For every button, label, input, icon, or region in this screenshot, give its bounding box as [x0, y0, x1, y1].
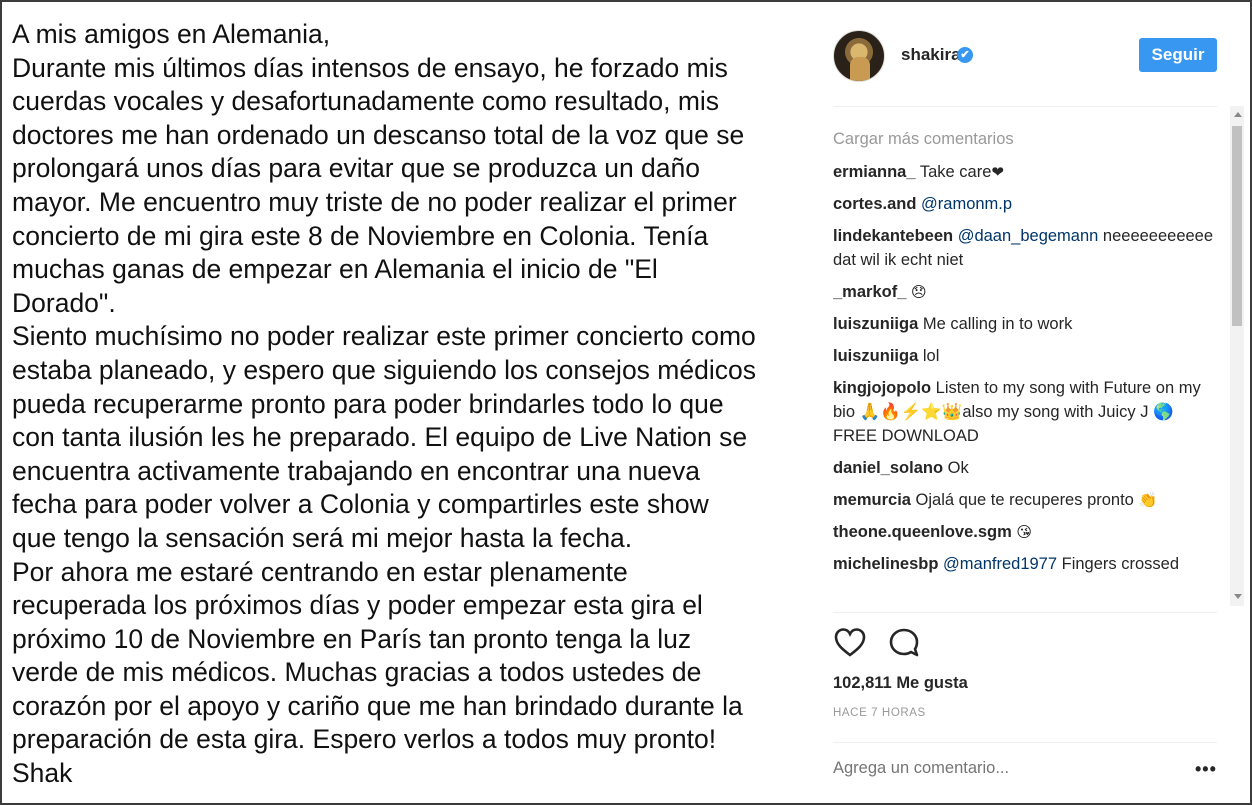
post-text-line: pueda recuperarme pronto para poder brin… — [12, 388, 724, 419]
comment-username[interactable]: luiszuniiga — [833, 347, 918, 365]
comment-item: cortes.and @ramonm.p — [833, 192, 1217, 216]
comment-item: _markof_ 😞 — [833, 280, 1217, 304]
header-divider — [833, 106, 1217, 107]
comment-item: luiszuniiga lol — [833, 344, 1217, 368]
post-text-line: fecha para poder volver a Colonia y comp… — [12, 489, 709, 520]
post-text-line: Shak — [12, 758, 73, 789]
post-text-line: cuerdas vocales y desafortunadamente com… — [12, 86, 720, 117]
comment-text: Fingers crossed — [1057, 555, 1179, 573]
footer-divider — [833, 742, 1217, 743]
post-text: A mis amigos en Alemania, Durante mis últ… — [12, 18, 812, 791]
side-panel: shakira ✔ Seguir Cargar más comentarios … — [816, 2, 1250, 803]
post-text-line: recuperada los próximos días y poder emp… — [12, 590, 703, 621]
comment-icon[interactable] — [887, 626, 921, 660]
post-actions — [833, 624, 1217, 664]
post-text-line: A mis amigos en Alemania, — [12, 19, 331, 49]
add-comment-input[interactable] — [833, 759, 1143, 778]
comment-text: Ojalá que te recuperes pronto — [910, 491, 1139, 509]
follow-button[interactable]: Seguir — [1139, 38, 1217, 72]
comment-username[interactable]: memurcia — [833, 491, 911, 509]
username[interactable]: shakira — [901, 45, 961, 65]
post-text-line: corazón por el apoyo y cariño que me han… — [12, 690, 743, 721]
post-text-line: concierto de mi gira este 8 de Noviembre… — [12, 220, 709, 251]
post-text-line: doctores me han ordenado un descanso tot… — [12, 119, 745, 150]
comment-item: daniel_solano Ok — [833, 456, 1217, 480]
comment-text: Me calling in to work — [918, 315, 1073, 333]
post-text-line: encuentra activamente trabajando en enco… — [12, 455, 701, 486]
post-text-line: estaba planeado, y espero que siguiendo … — [12, 354, 756, 385]
comment-item: michelinesbp @manfred1977 Fingers crosse… — [833, 552, 1217, 576]
comment-emoji: 👏 — [1138, 491, 1158, 509]
comments-divider — [833, 612, 1217, 613]
comment-item: luiszuniiga Me calling in to work — [833, 312, 1217, 336]
comment-text: Take care — [915, 163, 992, 181]
comment-item: ermianna_ Take care❤ — [833, 160, 1217, 184]
post-header: shakira ✔ Seguir — [833, 30, 1217, 84]
comment-item: kingjojopolo Listen to my song with Futu… — [833, 376, 1217, 448]
post-text-line: Por ahora me estaré centrando en estar p… — [12, 556, 628, 587]
load-more-comments-link[interactable]: Cargar más comentarios — [833, 130, 1217, 149]
post-text-line: mayor. Me encuentro muy triste de no pod… — [12, 186, 737, 217]
comments-list: Cargar más comentarios ermianna_ Take ca… — [833, 130, 1217, 610]
comment-username[interactable]: michelinesbp — [833, 555, 938, 573]
comment-item: lindekantebeen @daan_begemann neeeeeeeee… — [833, 224, 1217, 272]
comment-username[interactable]: _markof_ — [833, 283, 906, 301]
comment-username[interactable]: daniel_solano — [833, 459, 943, 477]
post-text-line: que tengo la sensación será mi mejor has… — [12, 522, 633, 553]
comment-text: Ok — [943, 459, 969, 477]
scroll-down-arrow-icon[interactable] — [1234, 594, 1242, 599]
more-options-icon[interactable]: ••• — [1195, 759, 1217, 780]
post-text-line: con tanta ilusión les he preparado. El e… — [12, 422, 748, 453]
post-text-line: Durante mis últimos días intensos de ens… — [12, 52, 728, 83]
comment-username[interactable]: ermianna_ — [833, 163, 916, 181]
heart-icon[interactable] — [833, 626, 867, 660]
post-text-line: prolongará unos días para evitar que se … — [12, 153, 701, 184]
comment-username[interactable]: luiszuniiga — [833, 315, 918, 333]
avatar[interactable] — [833, 30, 885, 82]
post-text-line: Dorado". — [12, 287, 116, 318]
comment-username[interactable]: cortes.and — [833, 195, 916, 213]
scrollbar-thumb[interactable] — [1232, 126, 1242, 326]
comment-username[interactable]: lindekantebeen — [833, 227, 953, 245]
comment-username[interactable]: kingjojopolo — [833, 379, 931, 397]
likes-count[interactable]: 102,811 Me gusta — [833, 674, 968, 693]
comment-item: theone.queenlove.sgm 😘 — [833, 520, 1217, 544]
comment-mention-link[interactable]: @manfred1977 — [938, 555, 1057, 573]
comment-emoji: 😞 — [910, 283, 927, 301]
post-timestamp: HACE 7 HORAS — [833, 707, 926, 719]
post-text-line: preparación de esta gira. Espero verlos … — [12, 724, 717, 755]
comment-emoji: ❤ — [991, 163, 1004, 181]
comment-emoji: 😘 — [1016, 523, 1033, 541]
verified-badge-icon: ✔ — [957, 47, 973, 63]
comment-item: memurcia Ojalá que te recuperes pronto 👏 — [833, 488, 1217, 512]
post-text-line: muchas ganas de empezar en Alemania el i… — [12, 254, 658, 285]
comment-username[interactable]: theone.queenlove.sgm — [833, 523, 1012, 541]
post-text-line: próximo 10 de Noviembre en París tan pro… — [12, 623, 692, 654]
comment-text: lol — [918, 347, 940, 365]
comment-mention-link[interactable]: @daan_begemann — [953, 227, 1099, 245]
post-image[interactable]: A mis amigos en Alemania, Durante mis últ… — [2, 2, 816, 803]
scroll-up-arrow-icon[interactable] — [1234, 112, 1242, 117]
post-text-line: Siento muchísimo no poder realizar este … — [12, 321, 756, 352]
post-text-line: verde de mis médicos. Muchas gracias a t… — [12, 657, 702, 688]
comment-mention-link[interactable]: @ramonm.p — [916, 195, 1012, 213]
